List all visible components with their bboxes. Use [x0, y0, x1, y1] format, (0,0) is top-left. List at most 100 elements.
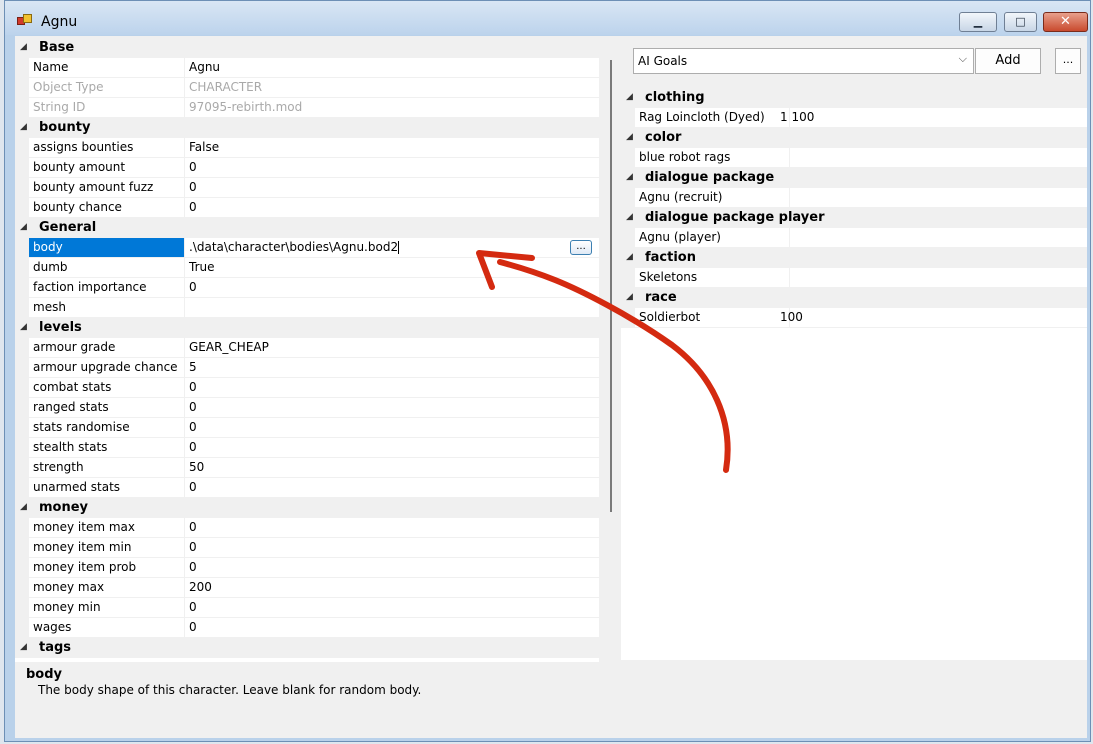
more-options-button[interactable]: ...	[1055, 48, 1081, 74]
property-value[interactable]	[185, 298, 599, 317]
property-value[interactable]: 0	[185, 598, 599, 617]
property-value[interactable]: 5	[185, 358, 599, 377]
category-levels[interactable]: ◢ levels	[15, 318, 599, 338]
property-value[interactable]: Agnu	[185, 58, 599, 77]
property-value[interactable]: .\data\character\bodies\Agnu.bod2	[185, 238, 599, 257]
close-button[interactable]: ✕	[1043, 12, 1088, 32]
property-name[interactable]: bounty amount	[29, 158, 185, 177]
property-name[interactable]: String ID	[29, 98, 185, 117]
property-row[interactable]: mesh	[15, 298, 599, 318]
property-row[interactable]: money min 0	[15, 598, 599, 618]
property-value[interactable]: 0	[185, 478, 599, 497]
property-row[interactable]: dumb True	[15, 258, 599, 278]
property-row[interactable]: money max 200	[15, 578, 599, 598]
property-value[interactable]: 97095-rebirth.mod	[185, 98, 599, 117]
property-name[interactable]: money max	[29, 578, 185, 597]
property-value[interactable]: 0	[185, 398, 599, 417]
property-name[interactable]: stats randomise	[29, 418, 185, 437]
category-money[interactable]: ◢ money	[15, 498, 599, 518]
property-row[interactable]: assigns bounties False	[15, 138, 599, 158]
property-name[interactable]: strength	[29, 458, 185, 477]
property-value[interactable]: 0	[185, 278, 599, 297]
property-row[interactable]: wages 0	[15, 618, 599, 638]
property-row[interactable]: Soldierbot 100	[621, 308, 1087, 328]
property-row[interactable]: Skeletons	[621, 268, 1087, 288]
category-faction[interactable]: ◢ faction	[621, 248, 1087, 268]
category-base[interactable]: ◢ Base	[15, 38, 599, 58]
property-value[interactable]: 0	[185, 178, 599, 197]
collapse-icon[interactable]: ◢	[20, 502, 27, 512]
property-row[interactable]: String ID 97095-rebirth.mod	[15, 98, 599, 118]
category-dialogue-package-player[interactable]: ◢ dialogue package player	[621, 208, 1087, 228]
property-row[interactable]: ranged stats 0	[15, 398, 599, 418]
category-dialogue-package[interactable]: ◢ dialogue package	[621, 168, 1087, 188]
property-value[interactable]: CHARACTER	[185, 78, 599, 97]
property-value[interactable]	[776, 188, 1087, 207]
property-row[interactable]: Agnu (player)	[621, 228, 1087, 248]
browse-button[interactable]: ...	[570, 240, 592, 255]
category-clothing[interactable]: ◢ clothing	[621, 88, 1087, 108]
property-row[interactable]: armour upgrade chance 5	[15, 358, 599, 378]
collapse-icon[interactable]: ◢	[626, 292, 633, 302]
property-row[interactable]: strength 50	[15, 458, 599, 478]
collapse-icon[interactable]: ◢	[626, 172, 633, 182]
property-value[interactable]: 0	[185, 198, 599, 217]
collapse-icon[interactable]: ◢	[20, 222, 27, 232]
property-row[interactable]: armour grade GEAR_CHEAP	[15, 338, 599, 358]
property-row[interactable]: money item prob 0	[15, 558, 599, 578]
property-value[interactable]: True	[185, 258, 599, 277]
property-name[interactable]: money item min	[29, 538, 185, 557]
collapse-icon[interactable]: ◢	[626, 212, 633, 222]
collapse-icon[interactable]: ◢	[626, 92, 633, 102]
property-value[interactable]: 100	[776, 308, 1087, 327]
property-name[interactable]: blue robot rags	[635, 148, 790, 167]
property-name[interactable]: armour grade	[29, 338, 185, 357]
property-row[interactable]: stealth stats 0	[15, 438, 599, 458]
panel-splitter[interactable]	[610, 60, 612, 512]
property-row[interactable]: bounty chance 0	[15, 198, 599, 218]
property-value[interactable]: 50	[185, 458, 599, 477]
property-row[interactable]: Rag Loincloth (Dyed) 1 100	[621, 108, 1087, 128]
property-row[interactable]: Agnu (recruit)	[621, 188, 1087, 208]
property-row[interactable]: money item min 0	[15, 538, 599, 558]
property-name[interactable]: bounty amount fuzz	[29, 178, 185, 197]
collapse-icon[interactable]: ◢	[626, 132, 633, 142]
maximize-button[interactable]: □	[1004, 12, 1037, 32]
property-name[interactable]: combat stats	[29, 378, 185, 397]
category-race[interactable]: ◢ race	[621, 288, 1087, 308]
property-value[interactable]	[776, 228, 1087, 247]
property-value[interactable]: 0	[185, 158, 599, 177]
property-name[interactable]: Skeletons	[635, 268, 790, 287]
property-row[interactable]: bounty amount 0	[15, 158, 599, 178]
property-name[interactable]: Name	[29, 58, 185, 77]
property-name[interactable]: Soldierbot	[635, 308, 790, 327]
property-row[interactable]: body .\data\character\bodies\Agnu.bod2...	[15, 238, 599, 258]
property-name[interactable]: ranged stats	[29, 398, 185, 417]
collapse-icon[interactable]: ◢	[20, 42, 27, 52]
add-button[interactable]: Add	[975, 48, 1041, 74]
property-row[interactable]: money item max 0	[15, 518, 599, 538]
category-color[interactable]: ◢ color	[621, 128, 1087, 148]
property-name[interactable]: body	[29, 238, 185, 257]
property-value[interactable]	[776, 148, 1087, 167]
property-name[interactable]: unarmed stats	[29, 478, 185, 497]
property-name[interactable]: dumb	[29, 258, 185, 277]
property-name[interactable]: mesh	[29, 298, 185, 317]
property-value[interactable]: 0	[185, 558, 599, 577]
property-name[interactable]: Object Type	[29, 78, 185, 97]
ai-goals-dropdown[interactable]: AI Goals ⌵	[633, 48, 974, 74]
property-row[interactable]: Object Type CHARACTER	[15, 78, 599, 98]
property-row[interactable]: faction importance 0	[15, 278, 599, 298]
property-value[interactable]: 0	[185, 438, 599, 457]
property-name[interactable]: money min	[29, 598, 185, 617]
property-grid[interactable]: ◢ Base Name Agnu Object Type CHARACTER String …	[15, 38, 599, 662]
collapse-icon[interactable]: ◢	[20, 122, 27, 132]
category-bounty[interactable]: ◢ bounty	[15, 118, 599, 138]
property-name[interactable]: stealth stats	[29, 438, 185, 457]
property-value[interactable]	[776, 268, 1087, 287]
property-value[interactable]: False	[185, 138, 599, 157]
property-name[interactable]: faction importance	[29, 278, 185, 297]
references-grid[interactable]: ◢ clothing Rag Loincloth (Dyed) 1 100 ◢ color…	[621, 88, 1087, 660]
property-value[interactable]: 200	[185, 578, 599, 597]
property-name[interactable]: money item max	[29, 518, 185, 537]
